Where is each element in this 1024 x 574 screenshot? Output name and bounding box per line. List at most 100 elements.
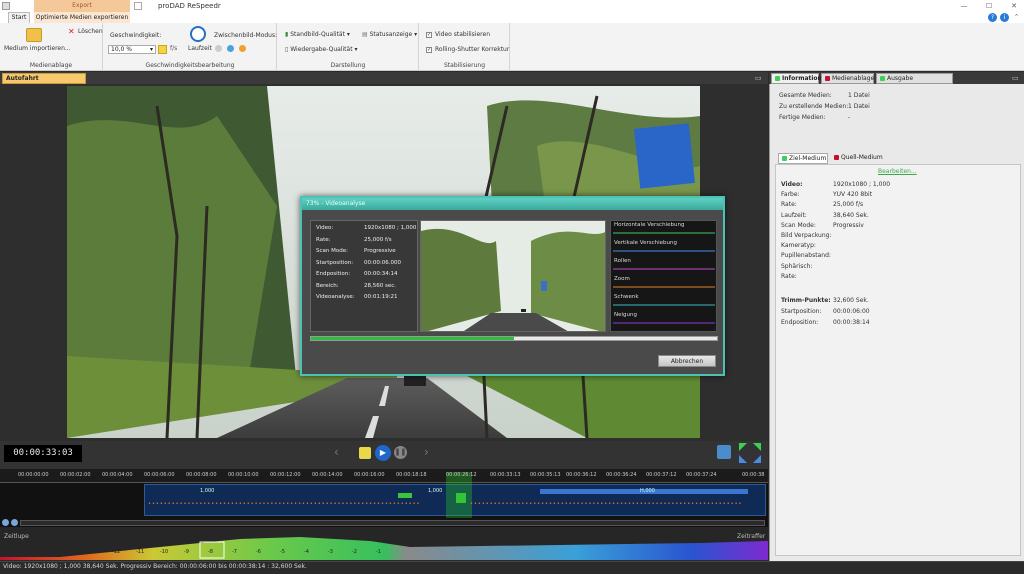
tab-output-library[interactable]: Ausgabe Medienablage	[876, 73, 953, 92]
loop-button[interactable]	[359, 447, 371, 459]
dialog-row-label: Videoanalyse:	[316, 294, 355, 300]
interp-mode-3-icon[interactable]	[239, 45, 246, 52]
info-icon[interactable]: i	[1000, 13, 1009, 22]
speed-dropdown[interactable]: 10,0 % ▾	[108, 45, 156, 54]
quick-access-icon[interactable]	[2, 2, 10, 10]
tab-media-library-label: Medienablage	[832, 75, 875, 82]
timeline-tick-label: 00:00:12:00	[270, 472, 301, 478]
zoom-in-icon[interactable]	[11, 519, 18, 526]
duration-button[interactable]: Laufzeit	[188, 45, 212, 52]
status-display-dropdown[interactable]: ▤ Statusanzeige ▾	[362, 31, 417, 38]
output-tab-icon	[880, 76, 885, 81]
interp-mode-2-icon[interactable]	[227, 45, 234, 52]
context-tab-group: Export	[34, 0, 130, 12]
next-button[interactable]: ›	[424, 445, 434, 460]
summary-label: Zu erstellende Medien:	[779, 103, 849, 110]
speed-segment-label: -12	[112, 549, 121, 555]
title-bar	[0, 0, 1024, 12]
track-speed-label: 1,000	[200, 488, 215, 494]
speed-segment-label: -11	[136, 549, 145, 555]
tab-media-library[interactable]: Medienablage	[821, 73, 874, 84]
timeline-tick-label: 00:00:08:00	[186, 472, 217, 478]
maximize-panel-icon[interactable]: ▭	[1012, 74, 1020, 82]
collapse-ribbon-icon[interactable]: ⌃	[1012, 13, 1021, 22]
folder-icon[interactable]	[26, 28, 42, 42]
trim-value: 32,600 Sek.	[833, 297, 869, 304]
edit-link[interactable]: Bearbeiten...	[878, 168, 917, 175]
preview-quality-dropdown[interactable]: ▮ Standbild-Qualität ▾	[285, 31, 350, 38]
trim-value: 00:00:06:00	[833, 308, 870, 315]
close-button[interactable]: ✕	[1008, 1, 1020, 11]
import-media-button[interactable]: Medium importieren...	[4, 45, 71, 52]
delete-button[interactable]: Löschen	[78, 28, 103, 35]
interp-mode-1-icon[interactable]	[215, 45, 222, 52]
playhead-region[interactable]	[446, 472, 472, 518]
speed-segment-label: -10	[160, 549, 169, 555]
tab-target-media[interactable]: Ziel-Medium	[778, 153, 828, 164]
rolling-shutter-label: Rolling-Shutter Korrektur	[435, 46, 510, 53]
chevron-down-icon: ▾	[149, 46, 153, 53]
tab-information-label: Information	[782, 75, 822, 82]
fps-mode-button[interactable]: f/s	[170, 45, 179, 54]
ribbon-tab-bar	[0, 12, 1024, 23]
dialog-row-value: 00:00:06.000	[364, 259, 401, 266]
pause-button[interactable]: ❚❚	[394, 446, 407, 459]
timeline-tick-label: 00:00:04:00	[102, 472, 133, 478]
speed-segment-label: -3	[328, 549, 333, 555]
detail-label: Rate:	[781, 201, 797, 209]
help-icon[interactable]: ?	[988, 13, 997, 22]
source-tab-icon	[834, 155, 839, 160]
detail-value: 38,640 Sek.	[833, 211, 869, 219]
dialog-row-value: 00:01:19:21	[364, 294, 398, 300]
stabilize-checkbox[interactable]: ✓ Video stabilisieren	[426, 31, 490, 38]
context-group-label: Export	[72, 2, 92, 9]
timeline-tick-label: 00:00:06:00	[144, 472, 175, 478]
zoom-out-icon[interactable]	[2, 519, 9, 526]
maximize-button[interactable]: ☐	[983, 1, 995, 11]
previous-button[interactable]: ‹	[334, 445, 344, 460]
rolling-shutter-checkbox[interactable]: ✓ Rolling-Shutter Korrektur	[426, 46, 509, 53]
frame-dots: ••••••••••••••••••••••••••••••••••••••••…	[148, 501, 421, 506]
snapshot-icon[interactable]	[717, 445, 731, 459]
delete-icon[interactable]: ✕	[68, 27, 75, 36]
fullscreen-icon[interactable]	[737, 441, 763, 465]
trim-label: Startposition:	[781, 308, 822, 315]
editor-tab-file[interactable]: Autofahrt Landstraße.mp4	[2, 73, 86, 92]
progress-fill	[311, 337, 514, 340]
speed-curve-panel[interactable]	[0, 527, 768, 560]
speed-curve	[0, 537, 768, 560]
motion-graph-label: Rollen	[614, 258, 631, 264]
clock-icon[interactable]	[190, 26, 206, 42]
speed-segment-label: -1	[376, 549, 381, 555]
slow-motion-label: Zeitlupe	[4, 533, 29, 540]
detail-value: YUV 420 8bit	[833, 191, 873, 199]
speed-segment-label: -6	[256, 549, 261, 555]
detail-label: Kameratyp:	[781, 242, 816, 250]
timeline-scrollbar[interactable]	[20, 520, 765, 526]
minimize-button[interactable]: —	[958, 1, 970, 11]
cancel-button[interactable]: Abbrechen	[658, 355, 716, 367]
tab-export-optimized[interactable]: Optimierte Medien exportieren	[34, 12, 130, 23]
summary-label: Fertige Medien:	[779, 114, 826, 121]
media-tab-icon	[825, 76, 830, 81]
speed-segment-label: -8	[208, 549, 213, 555]
percent-mode-button[interactable]	[158, 45, 167, 54]
tab-information[interactable]: Information	[771, 73, 822, 84]
track-speed-label: 1,000	[428, 488, 443, 494]
keyframe-marker[interactable]	[398, 493, 412, 498]
play-button[interactable]: ▶	[375, 445, 391, 461]
preview-quality-label: Standbild-Qualität	[290, 31, 345, 38]
maximize-panel-icon[interactable]: ▭	[755, 74, 763, 82]
speed-value: 10,0 %	[111, 46, 132, 53]
app-window: Export proDAD ReSpeedr — ☐ ✕ Start Optim…	[0, 0, 1024, 574]
dialog-row-label: Endposition:	[316, 271, 351, 277]
tab-start[interactable]: Start	[8, 12, 30, 23]
playback-quality-dropdown[interactable]: ▯ Wiedergabe-Qualität ▾	[285, 46, 357, 53]
detail-label: Bild Verpackung:	[781, 232, 832, 239]
timeline-tick-label: 00:00:16:00	[354, 472, 385, 478]
status-text: Video: 1920x1080 ; 1,000 38,640 Sek. Pro…	[3, 563, 307, 570]
video-analysis-dialog: 73% - Videoanalyse Abbrechen Video: 1920…	[300, 196, 725, 376]
tab-source-media[interactable]: Quell-Medium	[831, 153, 883, 164]
app-logo-icon	[134, 2, 142, 10]
timeline-tick-label: 00:00:10:00	[228, 472, 259, 478]
